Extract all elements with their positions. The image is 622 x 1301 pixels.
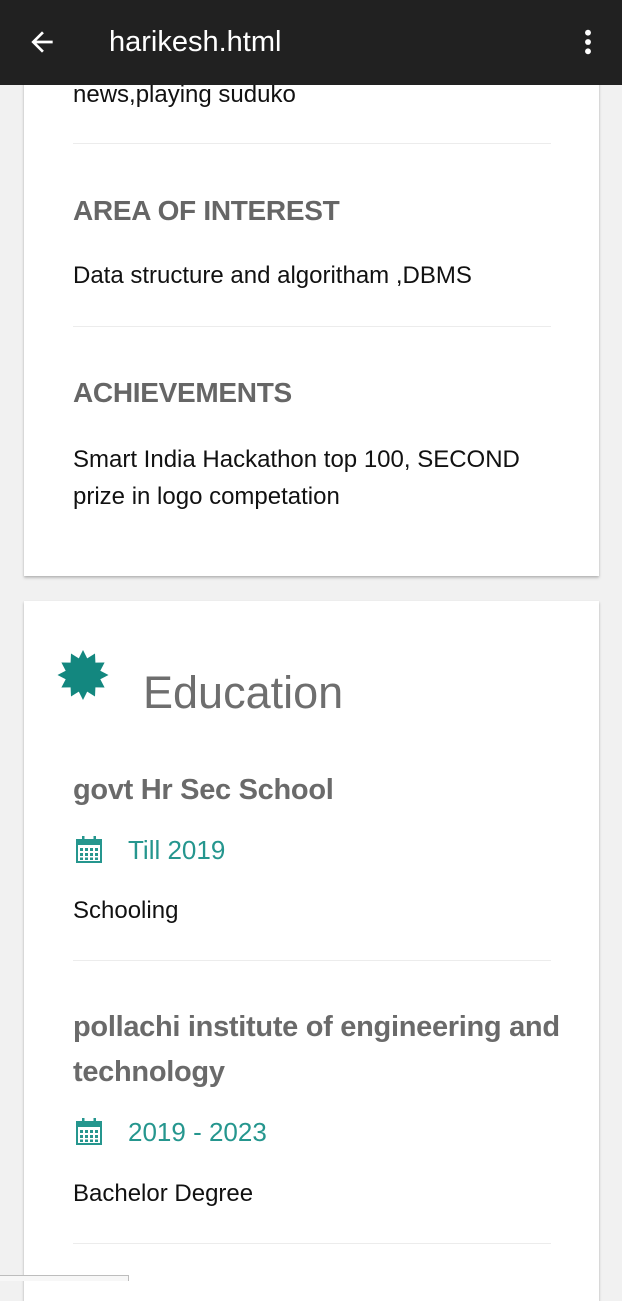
- divider: [73, 1243, 551, 1244]
- area-of-interest-text: Data structure and algoritham ,DBMS: [73, 262, 472, 289]
- divider: [73, 143, 551, 144]
- date-range: Till 2019: [128, 835, 226, 865]
- calendar-icon: [76, 1118, 102, 1145]
- divider: [73, 326, 551, 327]
- divider: [73, 960, 551, 961]
- degree-text: Schooling: [73, 897, 179, 924]
- more-vert-icon[interactable]: [572, 26, 604, 58]
- badge-star-icon: [57, 650, 109, 700]
- date-range: 2019 - 2023: [128, 1117, 267, 1147]
- arrow-left-icon[interactable]: [26, 26, 58, 58]
- achievements-text: Smart India Hackathon top 100, SECOND pr…: [73, 446, 520, 510]
- education-title: Education: [143, 667, 344, 718]
- education-card: Education govt Hr Sec School Till 2019 S…: [24, 601, 599, 1301]
- page-title: harikesh.html: [109, 26, 282, 58]
- school-name: pollachi institute of engineering and te…: [73, 1011, 560, 1088]
- degree-text: Bachelor Degree: [73, 1180, 254, 1207]
- bottom-edge-bar: [0, 1275, 129, 1281]
- app-bar: harikesh.html: [0, 0, 622, 85]
- achievements-heading: ACHIEVEMENTS: [73, 377, 292, 408]
- school-name: govt Hr Sec School: [73, 774, 334, 806]
- area-of-interest-heading: AREA OF INTEREST: [73, 195, 340, 226]
- about-card: news,playing suduko AREA OF INTEREST Dat…: [24, 0, 599, 576]
- calendar-icon: [76, 836, 102, 863]
